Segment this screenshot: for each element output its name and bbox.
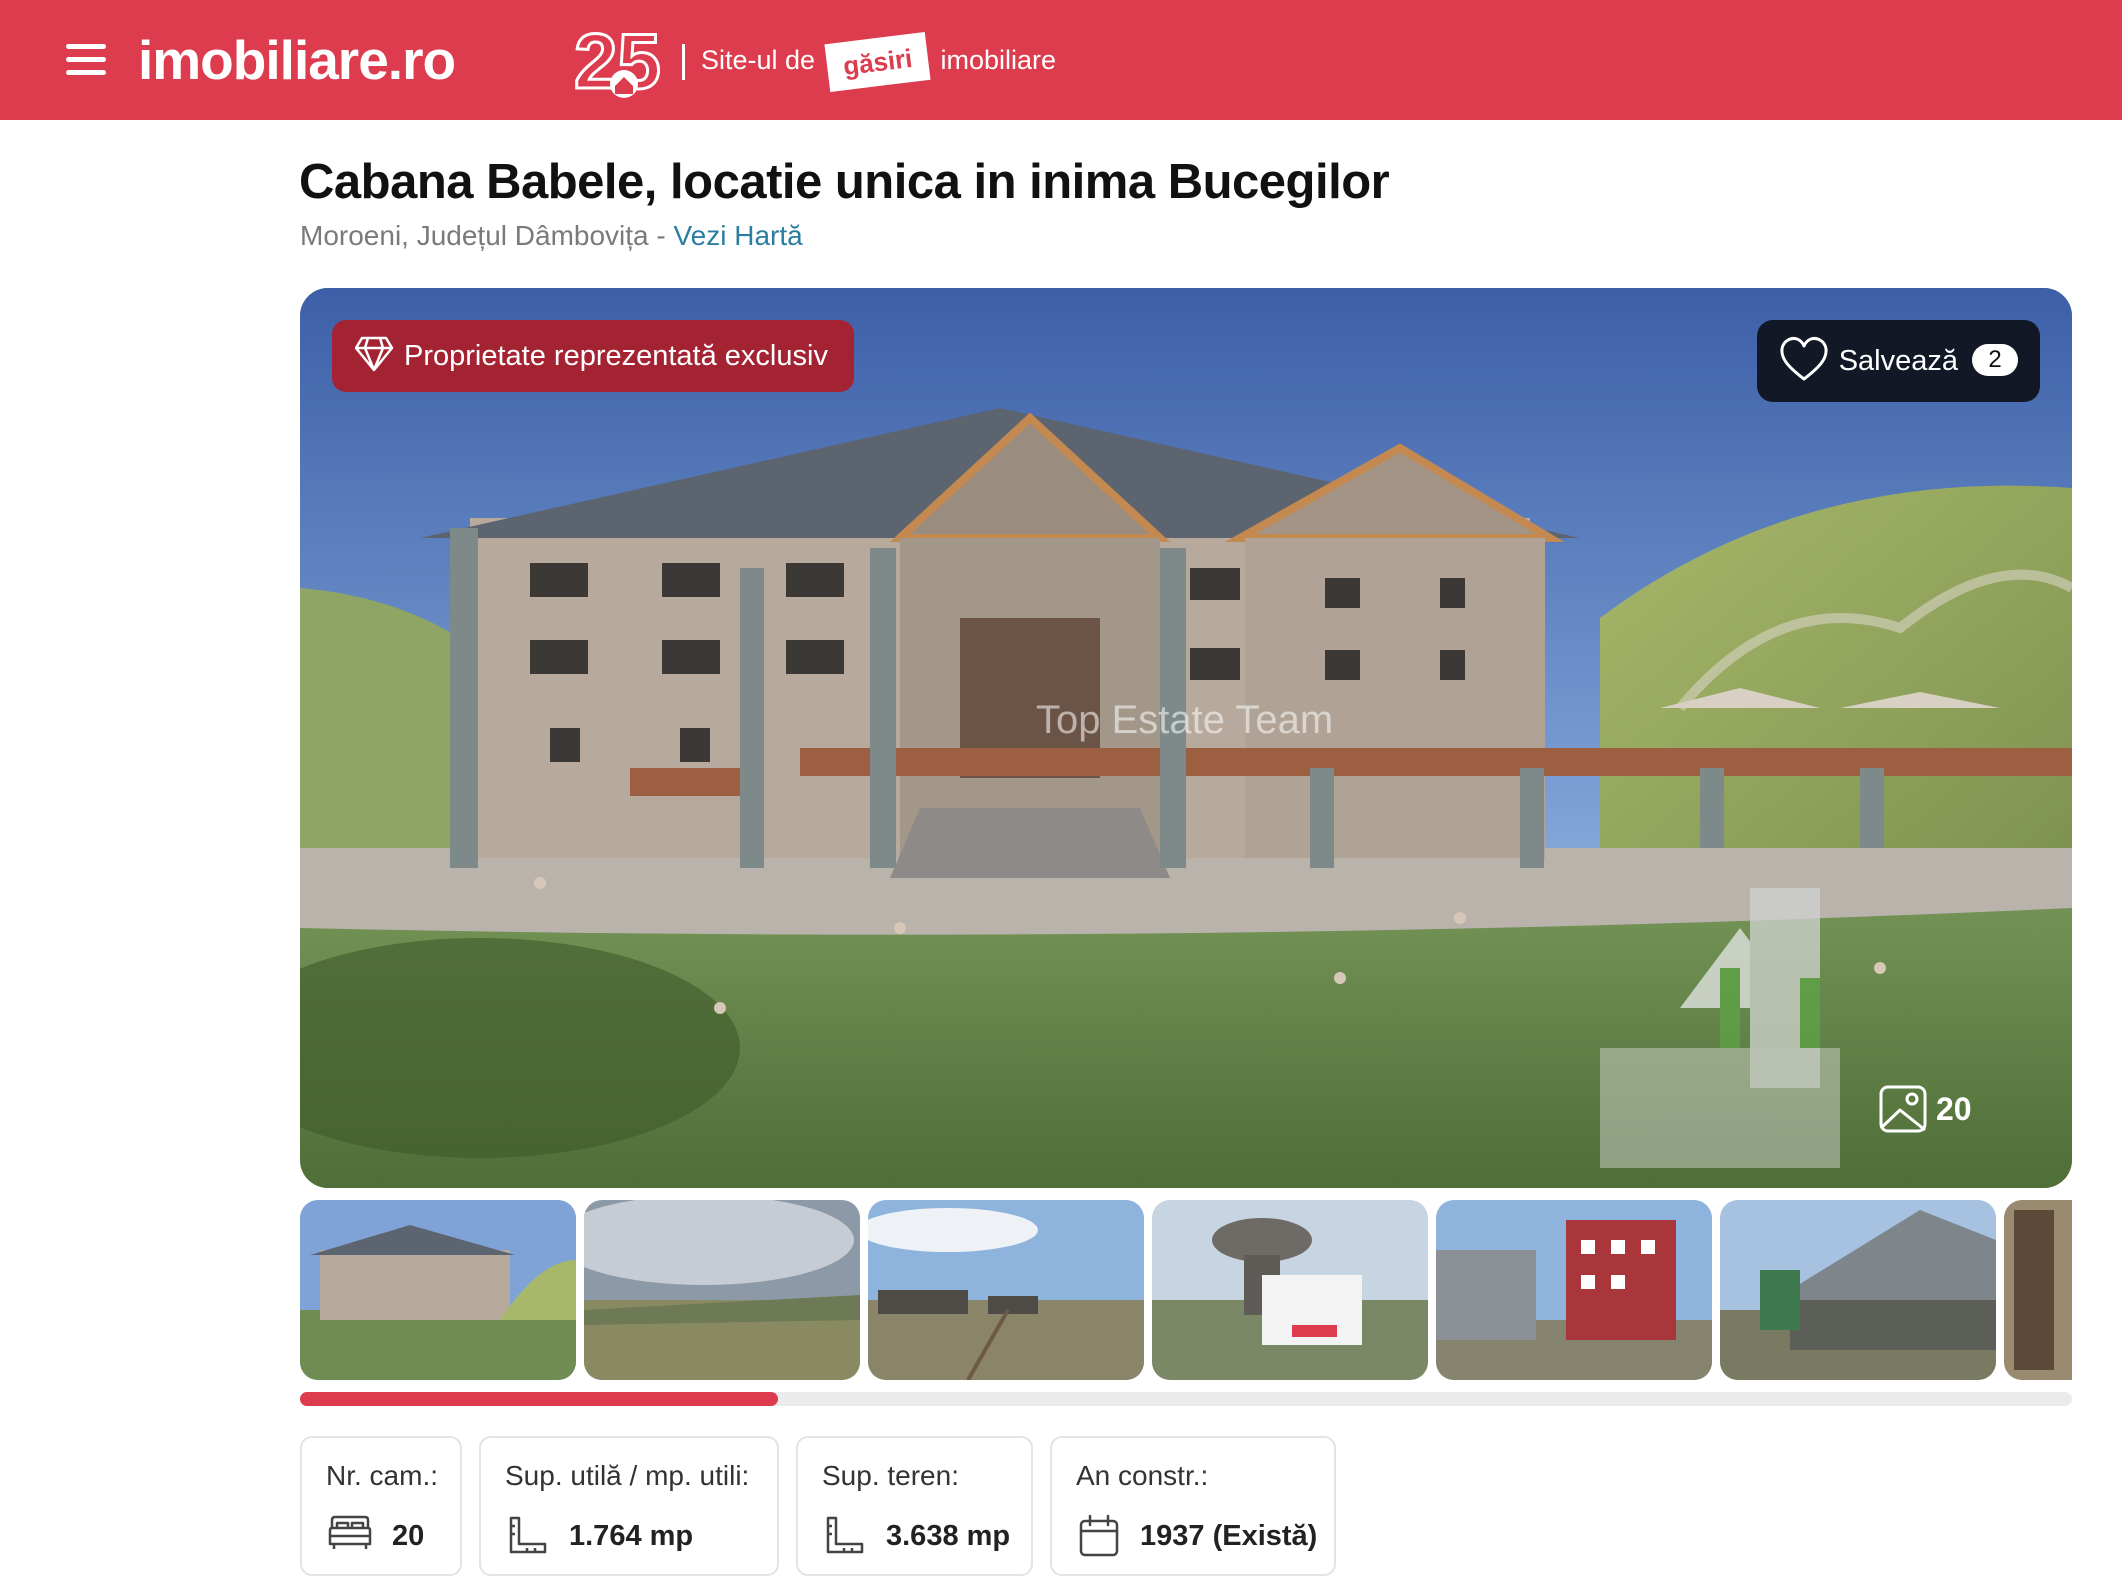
- thumbnail-5[interactable]: [1436, 1200, 1712, 1380]
- save-label: Salvează: [1838, 345, 1958, 377]
- save-count-badge: 2: [1972, 344, 2018, 377]
- photo-count-value: 20: [1936, 1091, 1972, 1127]
- site-logo[interactable]: imobiliare.ro: [138, 28, 456, 92]
- thumbnail-strip: [300, 1200, 2072, 1380]
- thumbnail-image: [1720, 1200, 1996, 1380]
- feature-value: 20: [392, 1520, 425, 1552]
- photo-count-button[interactable]: 20: [1878, 1084, 1972, 1134]
- thumbnail-image: [1152, 1200, 1428, 1380]
- top-navigation-bar: imobiliare.ro 25 Site-ul de găsiri imobili…: [0, 0, 2122, 120]
- thumbnail-3[interactable]: [868, 1200, 1144, 1380]
- thumbnail-4[interactable]: [1152, 1200, 1428, 1380]
- thumbnail-image: [584, 1200, 860, 1380]
- feature-label: Sup. teren:: [822, 1460, 959, 1491]
- thumbnail-image: [300, 1200, 576, 1380]
- tagline-prefix: Site-ul de: [701, 45, 816, 75]
- thumbnail-6[interactable]: [1720, 1200, 1996, 1380]
- feature-card-usable-area: Sup. utilă / mp. utili: 1.764 mp: [479, 1436, 779, 1576]
- listing-title: Cabana Babele, locatie unica in inima Bu…: [299, 155, 1390, 209]
- feature-card-land-area: Sup. teren: 3.638 mp: [796, 1436, 1033, 1576]
- location-separator: -: [648, 220, 674, 251]
- anniversary-25-logo: 25: [573, 18, 663, 102]
- gallery-scroll-progress[interactable]: [300, 1392, 2072, 1406]
- gallery-scroll-progress-fill: [300, 1392, 779, 1406]
- listing-location: Moroeni, Județul Dâmbovița - Vezi Hartă: [300, 220, 803, 252]
- photo-watermark: Top Estate Team: [1036, 698, 1334, 742]
- feature-value: 1.764 mp: [569, 1520, 694, 1552]
- hamburger-menu-icon[interactable]: [64, 38, 108, 82]
- thumbnail-image: [2004, 1200, 2072, 1380]
- tagline: Site-ul de găsiri imobiliare: [682, 30, 1056, 92]
- exclusive-badge-label: Proprietate reprezentată exclusiv: [404, 340, 828, 372]
- image-gallery-icon: [1879, 1085, 1927, 1133]
- thumbnail-image: [1436, 1200, 1712, 1380]
- feature-card-rooms: Nr. cam.: 20: [300, 1436, 462, 1576]
- diamond-icon: [354, 337, 394, 372]
- view-map-link[interactable]: Vezi Hartă: [674, 220, 803, 251]
- feature-label: An constr.:: [1076, 1460, 1209, 1491]
- heart-icon: [1780, 337, 1828, 381]
- thumbnail-7[interactable]: [2004, 1200, 2072, 1380]
- save-listing-button[interactable]: Salvează 2: [1756, 320, 2040, 402]
- feature-label: Sup. utilă / mp. utili:: [505, 1460, 750, 1491]
- exclusive-badge: Proprietate reprezentată exclusiv: [332, 320, 854, 392]
- feature-value: 1937 (Există): [1140, 1520, 1318, 1552]
- feature-card-construction-year: An constr.: 1937 (Există): [1050, 1436, 1336, 1576]
- main-photo[interactable]: Proprietate reprezentată exclusiv Salvea…: [300, 288, 2072, 1188]
- thumbnail-image: [868, 1200, 1144, 1380]
- calendar-icon: [1079, 1514, 1119, 1557]
- thumbnail-2[interactable]: [584, 1200, 860, 1380]
- bed-icon: [328, 1515, 372, 1549]
- tagline-highlight: găsiri: [824, 31, 932, 92]
- location-text: Moroeni, Județul Dâmbovița: [300, 220, 649, 251]
- area-ruler-icon: [509, 1516, 547, 1554]
- land-ruler-icon: [826, 1516, 864, 1554]
- feature-label: Nr. cam.:: [326, 1460, 439, 1491]
- tagline-suffix: imobiliare: [940, 45, 1056, 75]
- thumbnail-1[interactable]: [300, 1200, 576, 1380]
- feature-value: 3.638 mp: [886, 1520, 1011, 1552]
